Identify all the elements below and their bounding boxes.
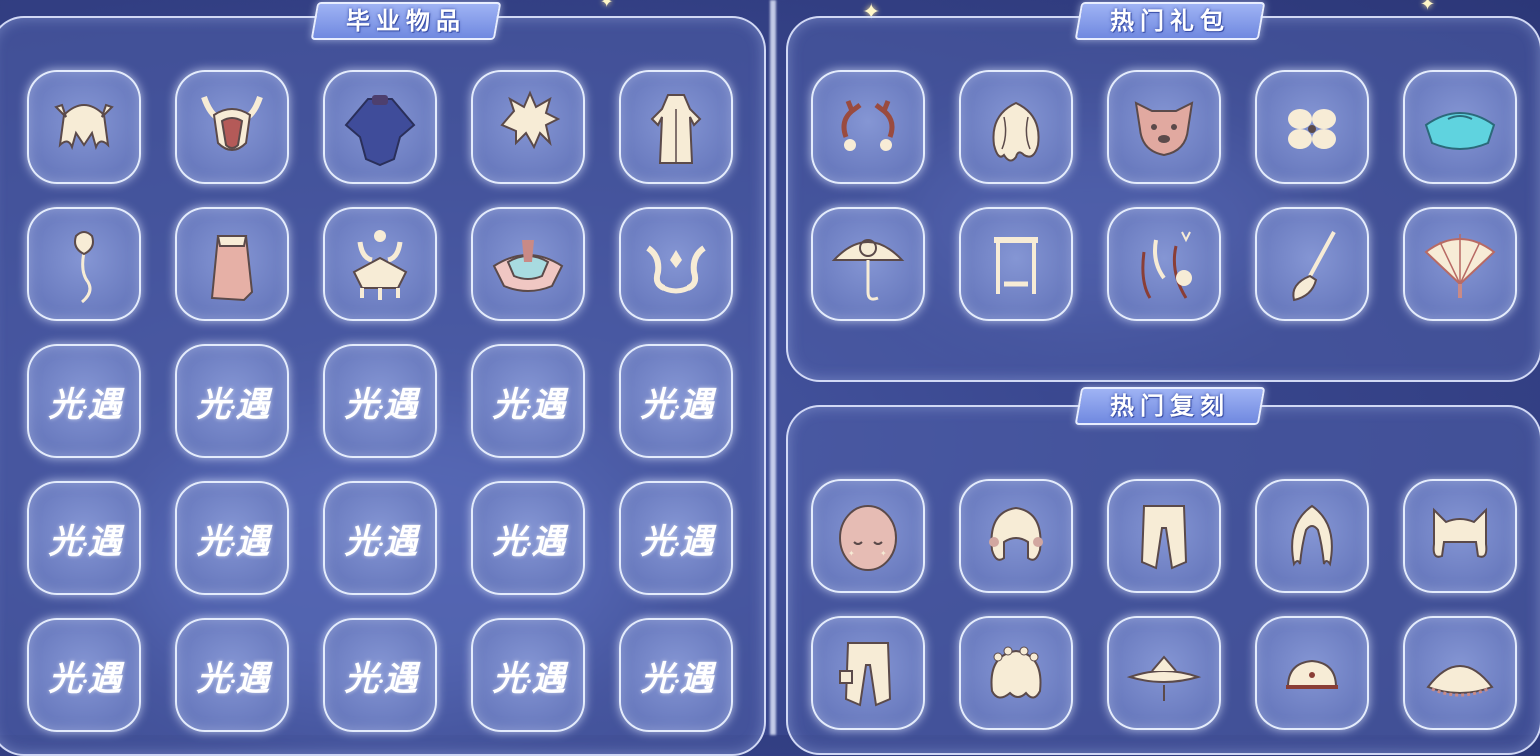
- graduation-item-slot[interactable]: [175, 70, 289, 184]
- cat-ear-rope-icon: [1141, 231, 1192, 299]
- bamboo-hat-icon: [1126, 655, 1202, 701]
- hair-icon: [54, 103, 114, 151]
- horned-mask-icon: [201, 96, 263, 151]
- scarf-icon: [210, 235, 254, 302]
- spiky-hair-icon: [500, 90, 561, 150]
- graduation-item-slot[interactable]: 光·遇: [27, 618, 141, 732]
- graduation-item-slot[interactable]: 光·遇: [619, 344, 733, 458]
- cat-ear-hair-icon: [1432, 507, 1488, 558]
- rerun-item-slot[interactable]: [1255, 479, 1369, 593]
- sky-logo-placeholder: 光·遇: [492, 384, 566, 425]
- graduation-item-slot[interactable]: 光·遇: [619, 618, 733, 732]
- graduation-item-slot[interactable]: 光·遇: [175, 481, 289, 595]
- rerun-item-slot[interactable]: [959, 616, 1073, 730]
- sky-logo-placeholder: 光·遇: [640, 658, 714, 699]
- rerun-item-slot[interactable]: [811, 616, 925, 730]
- gift-item-slot[interactable]: [811, 207, 925, 321]
- sky-logo-placeholder: 光·遇: [48, 521, 122, 562]
- flower-crown-hair-icon: [990, 646, 1042, 699]
- swing-icon: [994, 237, 1038, 294]
- wavy-hair-icon: [1291, 504, 1333, 567]
- graduation-item-slot[interactable]: [323, 207, 437, 321]
- sky-logo-placeholder: 光·遇: [48, 384, 122, 425]
- graduation-item-slot[interactable]: [27, 207, 141, 321]
- gift-item-slot[interactable]: [1255, 70, 1369, 184]
- panel-divider: [770, 0, 776, 735]
- teal-cape-icon: [1424, 112, 1496, 150]
- round-mask-icon: ✦ ✦: [839, 505, 897, 571]
- sky-logo-placeholder: 光·遇: [344, 521, 418, 562]
- robe-outfit-icon: [650, 94, 702, 164]
- graduation-item-slot[interactable]: [619, 70, 733, 184]
- sky-logo-placeholder: 光·遇: [196, 521, 270, 562]
- lace-cape-icon: [1426, 665, 1494, 697]
- flower-hairpin-icon: [1288, 109, 1336, 149]
- graduation-item-slot[interactable]: 光·遇: [619, 481, 733, 595]
- sky-logo-placeholder: 光·遇: [344, 384, 418, 425]
- cape-icon: [344, 95, 416, 167]
- gift-item-slot[interactable]: [959, 207, 1073, 321]
- graduation-item-slot[interactable]: [471, 70, 585, 184]
- broom-icon: [1292, 231, 1336, 302]
- rose-icon: [74, 231, 94, 304]
- rerun-section-title: 热门复刻: [1074, 387, 1266, 425]
- sparkle-icon: ✦: [600, 0, 614, 11]
- sky-logo-placeholder: 光·遇: [640, 521, 714, 562]
- sky-logo-placeholder: 光·遇: [48, 658, 122, 699]
- cargo-pants-icon: [839, 642, 892, 707]
- graduation-item-slot[interactable]: 光·遇: [175, 618, 289, 732]
- gift-item-slot[interactable]: [959, 70, 1073, 184]
- wing-mask-icon: [646, 245, 706, 294]
- umbrella-icon: [831, 239, 905, 301]
- gift-section-title: 热门礼包: [1074, 2, 1266, 40]
- gift-item-slot[interactable]: [1255, 207, 1369, 321]
- curly-hair-icon: [992, 101, 1040, 162]
- graduation-item-slot[interactable]: 光·遇: [27, 344, 141, 458]
- gift-item-slot[interactable]: [1403, 70, 1517, 184]
- svg-text:✦: ✦: [880, 549, 887, 558]
- graduation-item-slot[interactable]: [323, 70, 437, 184]
- wing-cape-icon: [492, 240, 564, 292]
- graduation-item-slot[interactable]: 光·遇: [27, 481, 141, 595]
- rerun-item-slot[interactable]: [1403, 616, 1517, 730]
- bear-mask-icon: [1134, 101, 1194, 157]
- rerun-item-slot[interactable]: [1107, 616, 1221, 730]
- sky-logo-placeholder: 光·遇: [492, 521, 566, 562]
- folding-fan-icon: [1424, 234, 1496, 298]
- rerun-item-slot[interactable]: [1403, 479, 1517, 593]
- sky-logo-placeholder: 光·遇: [196, 658, 270, 699]
- rerun-item-slot[interactable]: [1255, 616, 1369, 730]
- graduation-item-slot[interactable]: 光·遇: [323, 481, 437, 595]
- gift-item-slot[interactable]: [1107, 70, 1221, 184]
- sky-logo-placeholder: 光·遇: [196, 384, 270, 425]
- graduation-section-title: 毕业物品: [310, 2, 502, 40]
- graduation-item-slot[interactable]: 光·遇: [175, 344, 289, 458]
- graduation-item-slot[interactable]: 光·遇: [471, 618, 585, 732]
- gift-item-slot[interactable]: [1403, 207, 1517, 321]
- bob-hair-icon: [989, 506, 1043, 561]
- graduation-item-slot[interactable]: [619, 207, 733, 321]
- svg-text:✦: ✦: [848, 549, 855, 558]
- graduation-item-slot[interactable]: [27, 70, 141, 184]
- graduation-item-slot[interactable]: 光·遇: [471, 481, 585, 595]
- graduation-item-slot[interactable]: 光·遇: [323, 344, 437, 458]
- graduation-item-slot[interactable]: 光·遇: [471, 344, 585, 458]
- sky-logo-placeholder: 光·遇: [640, 384, 714, 425]
- sky-logo-placeholder: 光·遇: [492, 658, 566, 699]
- pants-icon: [1140, 505, 1188, 570]
- antlers-icon: [841, 100, 895, 151]
- gift-item-slot[interactable]: [811, 70, 925, 184]
- cap-icon: [1286, 659, 1338, 689]
- rerun-item-slot[interactable]: [1107, 479, 1221, 593]
- rerun-item-slot[interactable]: ✦ ✦: [811, 479, 925, 593]
- sparkle-icon: ✦: [1420, 0, 1436, 15]
- graduation-item-slot[interactable]: 光·遇: [323, 618, 437, 732]
- rerun-item-slot[interactable]: [959, 479, 1073, 593]
- graduation-item-slot[interactable]: [175, 207, 289, 321]
- graduation-item-slot[interactable]: [471, 207, 585, 321]
- gift-item-slot[interactable]: [1107, 207, 1221, 321]
- horned-mask-ornate-icon: [352, 230, 408, 300]
- sky-logo-placeholder: 光·遇: [344, 658, 418, 699]
